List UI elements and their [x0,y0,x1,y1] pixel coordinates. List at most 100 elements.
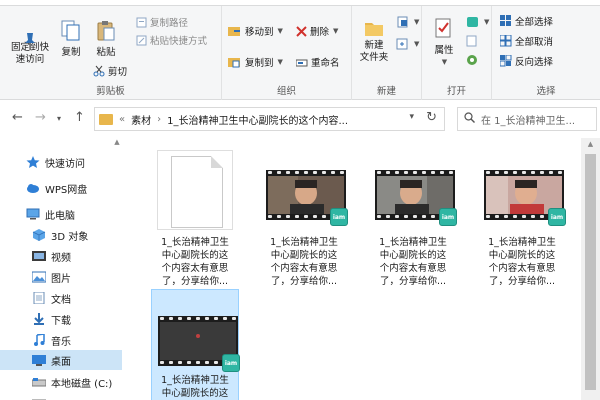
file-name: 1_长治精神卫生 中心副院长的这 个内容太有意思 了，分享给你... [488,237,556,287]
nav-item-quick-access[interactable]: 快速访问 [0,152,122,172]
breadcrumb-item[interactable]: 1_长治精神卫生中心副院长的这个内容... [167,112,348,127]
star-icon [26,156,40,168]
open-group: 属性 ▼ ▼ 打开 [422,6,492,100]
app-badge-icon: iam [222,354,240,372]
new-item-button[interactable]: ▼ [396,16,419,28]
nav-item-desktop[interactable]: 桌面 [0,350,122,370]
select-all-button[interactable]: 全部选择 [500,14,553,28]
video-filmstrip: iam [484,170,566,226]
video-icon [32,250,46,262]
new-folder-button[interactable]: 新建 文件夹 [358,18,390,64]
computer-icon [26,208,40,220]
file-tile[interactable]: iam 1_长治精神卫生 中心副院长的这 个内容太有意思 了，分享给你... [369,144,457,287]
select-all-icon [500,15,512,27]
search-placeholder: 在 1_长治精神卫生... [481,115,576,127]
nav-item-3d-objects[interactable]: 3D 对象 [0,225,122,245]
app-icon [466,16,480,28]
video-filmstrip: iam [158,316,240,372]
pin-icon [21,20,39,50]
file-name: 1_长治精神卫生 中心副院长的这 个内容太有意思 了，分享给你... [161,237,229,287]
search-icon [464,112,475,126]
scrollbar-thumb[interactable] [585,154,596,390]
nav-item-videos[interactable]: 视频 [0,246,122,266]
back-arrow-icon[interactable]: ← [12,110,23,125]
cube-icon [32,229,46,241]
navigation-pane: 快速访问 WPS网盘 此电脑 3D 对象 视频 图片 文档 下载 音乐 桌面 本… [0,138,122,400]
nav-item-music[interactable]: 音乐 [0,330,122,350]
open-with-button[interactable]: ▼ [466,16,489,28]
easy-access-button[interactable]: ▼ [396,38,419,50]
breadcrumb-item[interactable]: 素材 [131,112,151,127]
new-group: 新建 文件夹 ▼ ▼ 新建 [352,6,422,100]
recent-locations-icon[interactable]: ▾ [57,114,61,123]
edit-icon [466,35,478,47]
nav-scrollbar[interactable]: ▲ [112,138,122,400]
file-name: 1_长治精神卫生 中心副院长的这 个内容太有意思 了，分享给你... [270,237,338,287]
scroll-up-arrow-icon[interactable]: ▲ [581,138,600,148]
properties-button[interactable]: 属性 ▼ [430,18,458,66]
document-icon [32,291,46,305]
rename-icon [295,57,308,68]
history-button[interactable] [466,54,478,66]
copy-button[interactable]: 复制 [58,20,84,58]
nav-item-wps-cloud[interactable]: WPS网盘 [0,178,122,198]
rename-button[interactable]: 重命名 [295,55,340,69]
music-note-icon [32,333,46,346]
new-group-label: 新建 [376,86,396,97]
app-badge-icon: iam [330,208,348,226]
pin-quick-access-button[interactable]: 固定到快 速访问 [6,20,54,66]
up-arrow-icon[interactable]: ↑ [74,110,85,125]
nav-item-drive-partial[interactable] [0,392,122,400]
copy-to-button[interactable]: 复制到 ▼ [228,55,283,69]
open-group-label: 打开 [446,86,466,97]
file-tile-selected[interactable]: iam 1_长治精神卫生 中心副院长的这 [151,289,240,400]
address-dropdown-icon[interactable]: ▾ [409,112,414,122]
clipboard-group: 固定到快 速访问 复制 粘贴 复制路径 粘贴快捷方式 剪切 剪贴板 [0,6,222,100]
copy-icon [61,20,81,42]
refresh-icon[interactable]: ↻ [426,110,437,125]
paste-shortcut-icon [136,35,147,46]
history-icon [466,54,478,66]
move-to-button[interactable]: 移动到 ▼ [228,24,283,38]
nav-item-documents[interactable]: 文档 [0,288,122,308]
easy-access-icon [396,38,410,50]
nav-item-downloads[interactable]: 下载 [0,309,122,329]
new-folder-icon [364,18,384,38]
download-arrow-icon [32,313,46,325]
move-to-icon [228,25,242,37]
invert-selection-button[interactable]: 反向选择 [499,54,553,68]
picture-icon [31,271,47,283]
file-tile[interactable]: 1_长治精神卫生 中心副院长的这 个内容太有意思 了，分享给你... [151,144,239,287]
breadcrumb-chevron-icon: › [157,113,162,125]
edit-button[interactable] [466,35,478,47]
scroll-up-arrow-icon[interactable]: ▲ [112,138,122,146]
file-tile[interactable]: iam 1_长治精神卫生 中心副院长的这 个内容太有意思 了，分享给你... [260,144,348,287]
search-box[interactable]: 在 1_长治精神卫生... [457,107,597,131]
properties-icon [434,18,454,40]
desktop-icon [32,354,46,366]
delete-button[interactable]: 删除 ▼ [296,24,338,38]
paste-button[interactable]: 粘贴 [93,20,119,58]
nav-item-this-pc[interactable]: 此电脑 [0,204,122,224]
paste-shortcut-button[interactable]: 粘贴快捷方式 [136,33,207,47]
file-tile[interactable]: iam 1_长治精神卫生 中心副院长的这 个内容太有意思 了，分享给你... [478,144,566,287]
folder-icon [99,113,113,125]
nav-item-local-disk-c[interactable]: 本地磁盘 (C:) [0,372,122,392]
file-thumbnail: iam [156,296,240,380]
content-scrollbar[interactable]: ▲ [581,138,600,400]
file-thumbnail [155,150,235,234]
select-none-button[interactable]: 全部取消 [499,34,553,48]
generic-file-icon [171,156,223,228]
select-none-icon [499,34,512,47]
breadcrumb-overflow[interactable]: « [119,114,125,125]
address-field[interactable]: « 素材 › 1_长治精神卫生中心副院长的这个内容... ▾ ↻ [94,107,445,131]
forward-arrow-icon[interactable]: → [35,110,46,125]
nav-item-pictures[interactable]: 图片 [0,267,122,287]
drive-icon [31,396,47,400]
video-filmstrip: iam [375,170,457,226]
copy-path-button[interactable]: 复制路径 [136,15,188,29]
file-name: 1_长治精神卫生 中心副院长的这 个内容太有意思 了，分享给你... [379,237,447,287]
cloud-icon [26,182,40,194]
cut-button[interactable]: 剪切 [93,64,127,78]
copy-path-icon [136,17,147,28]
